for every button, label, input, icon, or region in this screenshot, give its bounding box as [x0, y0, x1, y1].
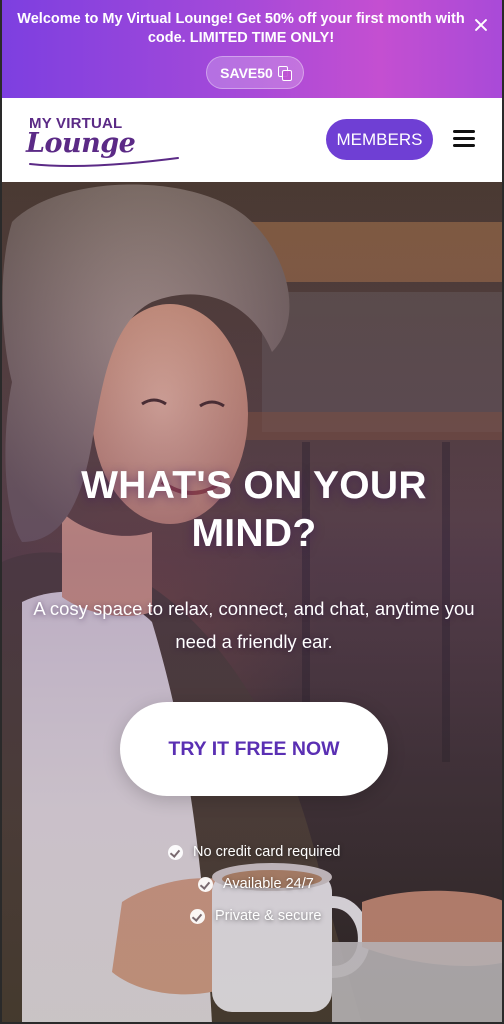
logo-swash	[29, 157, 179, 167]
check-circle-icon	[190, 908, 205, 924]
benefit-label: Available 24/7	[223, 876, 314, 892]
coupon-code: SAVE50	[220, 64, 273, 81]
check-circle-icon	[198, 876, 213, 892]
coupon-code-button[interactable]: SAVE50	[206, 56, 304, 89]
page: Welcome to My Virtual Lounge! Get 50% of…	[0, 0, 504, 1024]
promo-text: Welcome to My Virtual Lounge! Get 50% of…	[17, 11, 465, 46]
benefit-label: No credit card required	[193, 844, 341, 860]
benefit-item: No credit card required	[168, 844, 341, 860]
promo-banner: Welcome to My Virtual Lounge! Get 50% of…	[2, 0, 502, 98]
try-it-free-button[interactable]: TRY IT FREE NOW	[120, 702, 388, 796]
benefit-item: Private & secure	[190, 908, 321, 924]
benefit-label: Private & secure	[215, 908, 322, 924]
logo[interactable]: MY VIRTUAL Lounge	[26, 114, 186, 170]
hero-subtitle: A cosy space to relax, connect, and chat…	[33, 598, 475, 652]
members-button[interactable]: MEMBERS	[326, 119, 433, 160]
copy-icon	[277, 66, 292, 81]
check-circle-icon	[168, 844, 183, 860]
hero-section: WHAT'S ON YOUR MIND? A cosy space to rel…	[2, 182, 502, 1022]
close-icon[interactable]	[472, 16, 490, 34]
hero-title: WHAT'S ON YOUR MIND?	[81, 464, 427, 555]
benefit-item: Available 24/7	[198, 876, 314, 892]
hamburger-menu-icon[interactable]	[453, 129, 475, 149]
site-header: MY VIRTUAL Lounge MEMBERS	[2, 98, 502, 182]
